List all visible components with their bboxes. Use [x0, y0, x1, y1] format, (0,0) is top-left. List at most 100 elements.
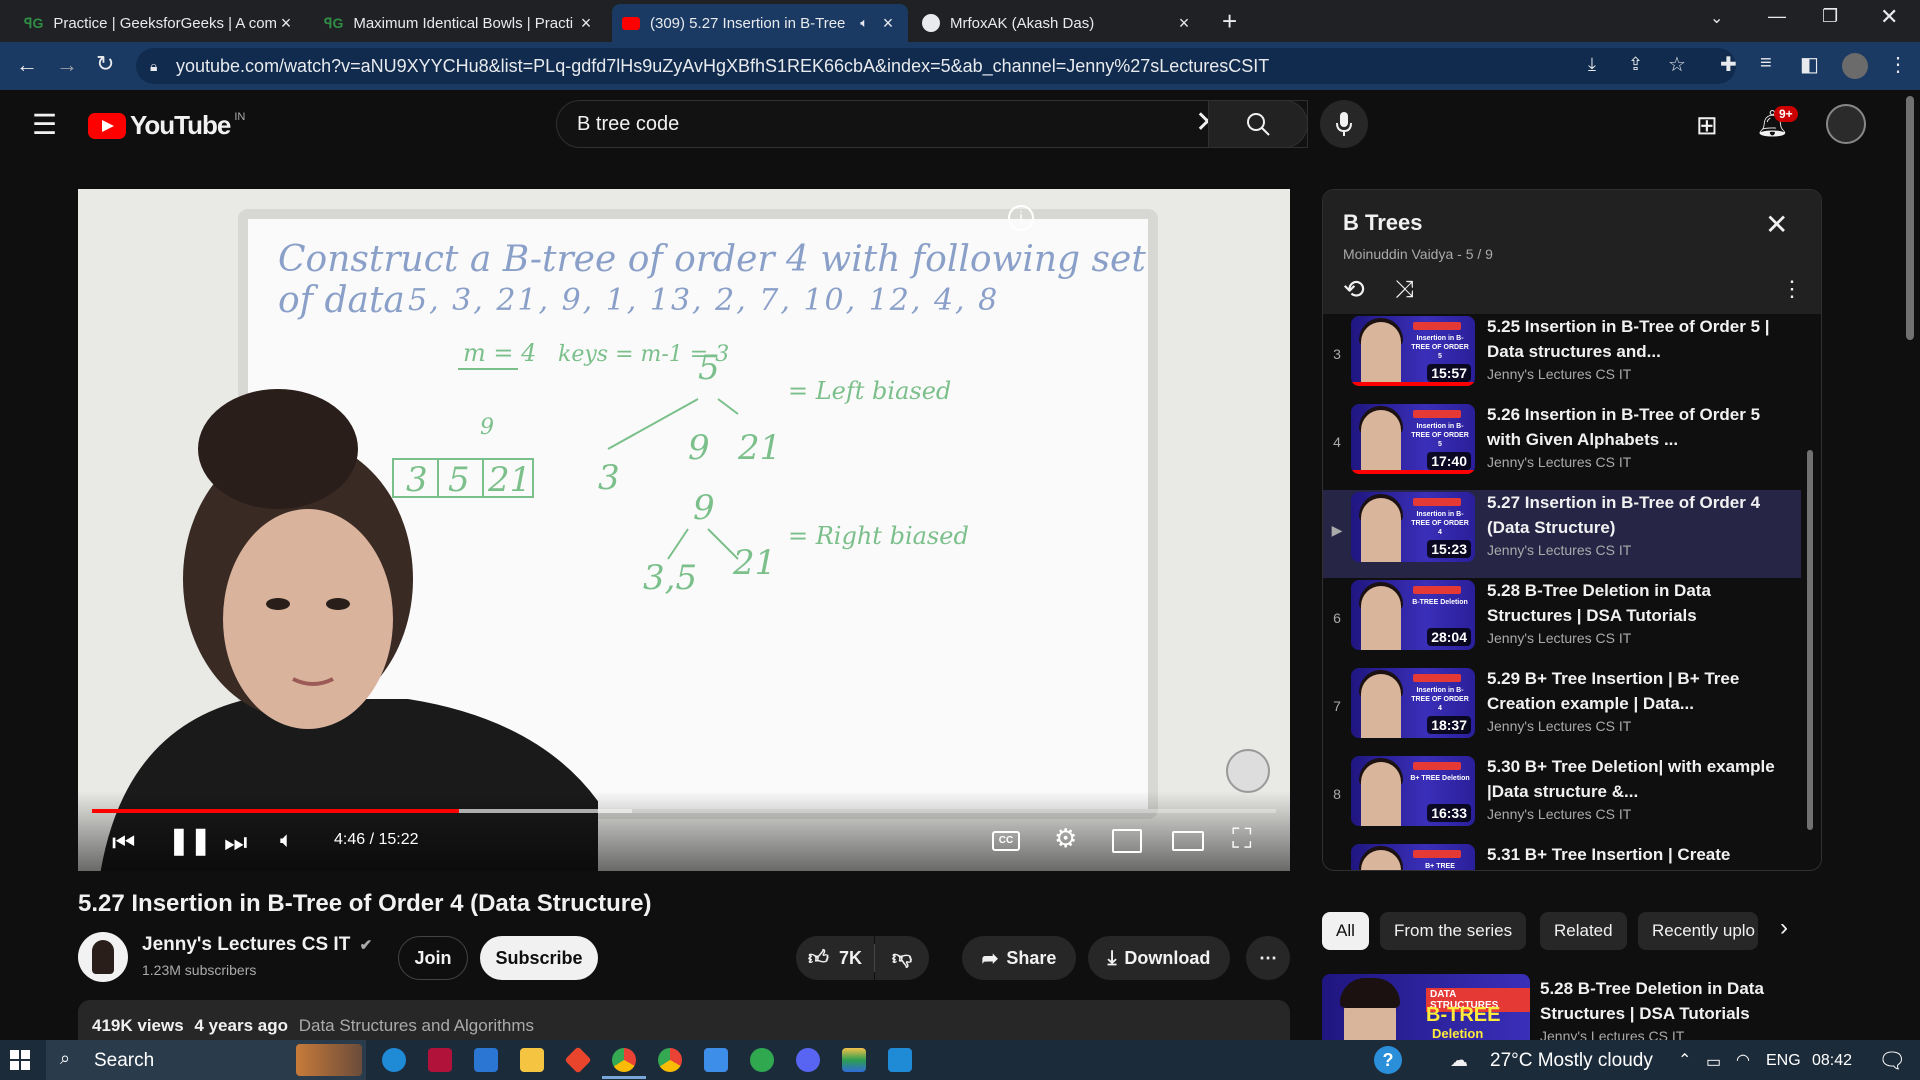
chip-from-the-series[interactable]: From the series [1380, 912, 1527, 950]
tray-chevron-icon[interactable]: ⌃ [1678, 1050, 1691, 1070]
like-button[interactable]: 👍︎ 7K [796, 936, 874, 980]
discord-icon[interactable] [796, 1048, 820, 1072]
tab-search-icon[interactable]: ⌄ [1710, 8, 1723, 28]
chips-next-icon[interactable]: › [1780, 914, 1788, 942]
edge-icon[interactable] [382, 1048, 406, 1072]
vscode-icon[interactable] [888, 1048, 912, 1072]
chip-all[interactable]: All [1322, 912, 1369, 950]
loop-playlist-icon[interactable]: ⟲ [1343, 274, 1365, 305]
chip-related[interactable]: Related [1540, 912, 1627, 950]
dislike-button[interactable]: 👎︎ [875, 936, 929, 980]
pause-icon[interactable]: ❚❚ [168, 825, 212, 856]
video-player[interactable]: Construct a B-tree of order 4 with follo… [78, 189, 1290, 871]
svg-text:9: 9 [688, 428, 710, 468]
channel-watermark-icon[interactable] [1226, 749, 1270, 793]
browser-menu-icon[interactable]: ⋮ [1888, 52, 1908, 77]
chip-recently-uploaded[interactable]: Recently uplo [1638, 912, 1758, 950]
chat-app-icon[interactable] [704, 1048, 728, 1072]
chrome-icon[interactable] [612, 1048, 636, 1072]
previous-icon[interactable]: ⏮︎ [112, 827, 135, 859]
tab-geeksforgeeks-practice[interactable]: ꟼG Practice | GeeksforGeeks | A com × [14, 4, 306, 42]
close-tab-icon[interactable]: × [1174, 13, 1194, 34]
theater-mode-icon[interactable] [1172, 831, 1204, 851]
minimize-icon[interactable]: — [1768, 6, 1786, 27]
language-indicator[interactable]: ENG [1766, 1052, 1801, 1070]
back-icon[interactable]: ← [16, 52, 38, 78]
captions-icon[interactable]: CC [992, 831, 1020, 851]
recommendation-channel[interactable]: Jenny's Lectures CS IT [1540, 1028, 1684, 1040]
battery-icon[interactable]: ▭ [1706, 1052, 1721, 1072]
weather-text[interactable]: 27°C Mostly cloudy [1490, 1050, 1653, 1072]
share-page-icon[interactable]: ⇪ [1628, 54, 1643, 75]
miniplayer-icon[interactable] [1112, 829, 1142, 853]
close-playlist-icon[interactable]: ✕ [1765, 208, 1788, 241]
playlist-item[interactable]: 7 Insertion in B-TREE OF ORDER 4 18:37 5.29… [1323, 666, 1801, 754]
search-button[interactable] [1208, 100, 1308, 148]
tab-youtube-video[interactable]: (309) 5.27 Insertion in B-Tree 🔈︎ × [612, 4, 908, 42]
chrome-profile-icon[interactable] [658, 1048, 682, 1072]
playlist-item[interactable]: 4 Insertion in B-TREE OF ORDER 5 17:40 5.26… [1323, 402, 1801, 490]
search-input[interactable]: B tree code ✕ [556, 100, 1308, 148]
forward-icon[interactable]: → [56, 52, 78, 78]
wifi-icon[interactable]: ◠ [1736, 1050, 1750, 1070]
info-card-icon[interactable]: i [1008, 205, 1034, 231]
media-controls-icon[interactable]: ≡ [1760, 52, 1772, 75]
fullscreen-icon[interactable]: ⛶ [1232, 823, 1252, 856]
svg-text:3,5: 3,5 [643, 558, 697, 598]
settings-gear-icon[interactable]: ⚙︎ [1054, 823, 1077, 854]
playlist-item[interactable]: 3 Insertion in B-TREE OF ORDER 5 15:57 5.25… [1323, 314, 1801, 402]
playlist-item[interactable]: 6 B-TREE Deletion 28:04 5.28 B-Tree Deletio… [1323, 578, 1801, 666]
close-tab-icon[interactable]: × [276, 13, 296, 34]
video-category[interactable]: Data Structures and Algorithms [299, 1016, 534, 1035]
join-button[interactable]: Join [398, 936, 468, 980]
download-button[interactable]: ⤓ Download [1088, 936, 1230, 980]
playlist-item[interactable]: B+ TREE 5.31 B+ Tree Insertion | Create [1323, 842, 1801, 870]
xbox-icon[interactable] [750, 1048, 774, 1072]
tab-github[interactable]: MrfoxAK (Akash Das) × [912, 4, 1204, 42]
microsoft-store-icon[interactable] [474, 1048, 498, 1072]
address-input[interactable]: 🔒︎ youtube.com/watch?v=aNU9XYYCHu8&list=… [136, 48, 1736, 84]
profile-avatar-icon[interactable] [1842, 53, 1868, 79]
tab-maximum-identical-bowls[interactable]: ꟼG Maximum Identical Bowls | Practi × [314, 4, 606, 42]
create-video-icon[interactable]: ⊞ [1696, 110, 1718, 141]
windows-start-icon[interactable] [10, 1050, 30, 1070]
close-window-icon[interactable]: ✕ [1880, 4, 1898, 30]
reload-icon[interactable]: ↻ [96, 51, 114, 77]
channel-name[interactable]: Jenny's Lectures CS IT ✔ [142, 934, 372, 956]
subscribe-button[interactable]: Subscribe [480, 936, 598, 980]
file-explorer-icon[interactable] [520, 1048, 544, 1072]
hamburger-menu-icon[interactable]: ☰ [32, 108, 57, 141]
help-icon[interactable]: ? [1374, 1046, 1402, 1074]
extensions-icon[interactable]: ✚ [1720, 52, 1737, 77]
close-tab-icon[interactable]: × [878, 13, 898, 34]
bookmark-star-icon[interactable]: ☆ [1668, 52, 1686, 77]
restore-icon[interactable]: ❐ [1822, 6, 1838, 27]
taskbar-search-box[interactable]: ⌕ Search [46, 1040, 366, 1080]
stack-app-icon[interactable] [842, 1048, 866, 1072]
channel-avatar[interactable] [78, 932, 128, 982]
more-actions-button[interactable]: ⋯ [1246, 936, 1290, 980]
playlist-title[interactable]: B Trees [1343, 210, 1423, 236]
voice-search-button[interactable] [1320, 100, 1368, 148]
install-icon[interactable]: ⤓ [1588, 54, 1596, 75]
playlist-item-current[interactable]: ▶ Insertion in B-TREE OF ORDER 4 15:23 5.27… [1323, 490, 1801, 578]
youtube-logo[interactable]: YouTube IN [88, 110, 245, 141]
account-avatar-icon[interactable] [1826, 104, 1866, 144]
page-scrollbar[interactable] [1906, 96, 1914, 340]
close-tab-icon[interactable]: × [576, 13, 596, 34]
clock[interactable]: 08:42 [1812, 1052, 1852, 1070]
shuffle-icon[interactable]: ⤨ [1395, 276, 1414, 304]
playlist-item[interactable]: 8 B+ TREE Deletion 16:33 5.30 B+ Tree Delet… [1323, 754, 1801, 842]
side-panel-icon[interactable]: ◧ [1800, 52, 1819, 77]
playlist-menu-icon[interactable]: ⋮ [1781, 276, 1803, 302]
recommendation-title[interactable]: 5.28 B-Tree Deletion in Data Structures … [1540, 976, 1790, 1026]
volume-icon[interactable]: 🔈︎ [280, 827, 293, 853]
playlist-scrollbar[interactable] [1807, 450, 1813, 830]
share-button[interactable]: ➦ Share [962, 936, 1076, 980]
next-icon[interactable]: ⏭︎ [224, 827, 247, 859]
speaker-icon[interactable]: 🔈︎ [860, 15, 868, 31]
new-tab-button[interactable]: + [1222, 6, 1237, 37]
app-icon-red[interactable] [428, 1048, 452, 1072]
recommendation-thumbnail[interactable]: DATA STRUCTURES B-TREE Deletion [1322, 974, 1530, 1040]
notification-center-icon[interactable]: 🗨︎ [1878, 1048, 1906, 1074]
